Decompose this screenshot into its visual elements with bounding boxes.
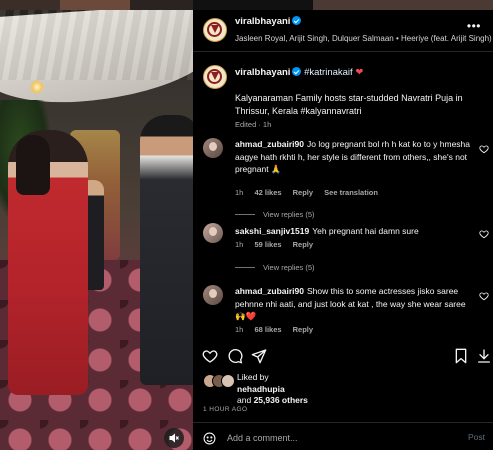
author-avatar[interactable]	[203, 18, 227, 42]
commenter-avatar[interactable]	[203, 138, 223, 158]
caption-author-avatar[interactable]	[203, 65, 227, 89]
more-options-icon[interactable]: •••	[467, 19, 481, 33]
speaker-muted-icon	[169, 433, 179, 443]
commenter-avatar[interactable]	[203, 285, 223, 305]
liker-username[interactable]: nehadhupia	[237, 384, 285, 394]
caption-hashtag-link[interactable]: #katrinakaif	[304, 67, 353, 78]
share-paper-plane-icon[interactable]	[251, 348, 267, 364]
video-scene-stripes	[0, 10, 193, 80]
comment-likes-count[interactable]: 59 likes	[254, 240, 281, 249]
comment-bubble-icon[interactable]	[227, 348, 243, 364]
view-replies-label: View replies (5)	[263, 263, 315, 272]
reply-button[interactable]: Reply	[293, 188, 313, 197]
top-preview-strip	[0, 0, 493, 10]
reply-button[interactable]: Reply	[293, 325, 313, 334]
commenter-username[interactable]: ahmad_zubairi90	[235, 139, 304, 149]
preview-thumbnail	[130, 0, 193, 10]
comment-likes-count[interactable]: 68 likes	[254, 325, 281, 334]
replies-divider	[235, 267, 255, 268]
view-replies-label: View replies (5)	[263, 210, 315, 219]
preview-thumbnail	[193, 0, 313, 10]
comment-likes-count[interactable]: 42 likes	[254, 188, 281, 197]
comment-time: 1h	[235, 240, 244, 249]
view-replies-button[interactable]: View replies (5)	[235, 210, 315, 219]
comment-meta: 1h 68 likes Reply	[235, 325, 322, 334]
video-scene-lamp	[30, 80, 44, 94]
preview-thumbnail	[60, 0, 130, 10]
comment-time: 1h	[235, 188, 244, 197]
red-heart-emoji: ❤	[355, 67, 364, 78]
commenter-username[interactable]: ahmad_zubairi90	[235, 286, 304, 296]
comment-text: ahmad_zubairi90 Jo log pregnant bol rh h …	[235, 138, 475, 176]
see-translation-button[interactable]: See translation	[324, 188, 378, 197]
liker-avatar	[221, 374, 235, 388]
add-comment-input[interactable]	[227, 432, 447, 444]
post-header: viralbhayani Jasleen Royal, Arijit Singh…	[193, 10, 493, 52]
caption-header: viralbhayani #katrinakaif ❤	[235, 67, 363, 78]
comment-meta: 1h 59 likes Reply	[235, 240, 322, 249]
post-timestamp[interactable]: 1 HOUR AGO	[203, 406, 247, 413]
post-details-panel: viralbhayani Jasleen Royal, Arijit Singh…	[193, 10, 493, 450]
comment-text: ahmad_zubairi90 Show this to some actress…	[235, 285, 475, 323]
comment-like-heart-icon[interactable]	[479, 144, 489, 154]
comment-meta: 1h 42 likes Reply See translation	[235, 188, 387, 197]
post-actions-bar	[193, 348, 493, 368]
like-heart-icon[interactable]	[202, 348, 218, 364]
comment-like-heart-icon[interactable]	[479, 291, 489, 301]
video-scene-man-suit	[140, 115, 193, 385]
comment-text: sakshi_sanjiv1519 Yeh pregnant hai damn s…	[235, 225, 475, 238]
caption-text: Kalyanaraman Family hosts star-studded N…	[235, 93, 463, 116]
view-replies-button[interactable]: View replies (5)	[235, 263, 315, 272]
verified-badge-icon	[292, 16, 302, 25]
likes-text: Liked by nehadhupia and 25,936 others	[237, 372, 308, 407]
commenter-username[interactable]: sakshi_sanjiv1519	[235, 226, 309, 236]
audio-track-link[interactable]: Jasleen Royal, Arijit Singh, Dulquer Sal…	[235, 34, 492, 43]
comment-like-heart-icon[interactable]	[479, 229, 489, 239]
likes-others-count[interactable]: 25,936 others	[254, 395, 308, 405]
replies-divider	[235, 214, 255, 215]
likes-and-label: and	[237, 395, 252, 405]
add-comment-bar: Post	[193, 422, 493, 450]
preview-thumbnail	[0, 0, 60, 10]
download-icon[interactable]	[476, 348, 492, 364]
post-video[interactable]	[0, 10, 193, 450]
commenter-avatar[interactable]	[203, 223, 223, 243]
verified-badge-icon	[292, 67, 302, 76]
post-comment-button[interactable]: Post	[468, 432, 485, 442]
caption-author-username[interactable]: viralbhayani	[235, 67, 290, 78]
likers-avatar-stack[interactable]	[203, 374, 237, 388]
video-scene-hair	[16, 135, 50, 195]
liked-by-label: Liked by	[237, 372, 269, 382]
reply-button[interactable]: Reply	[293, 240, 313, 249]
save-bookmark-icon[interactable]	[453, 348, 469, 364]
likes-summary: Liked by nehadhupia and 25,936 others	[193, 372, 493, 407]
caption-edited-time: Edited · 1h	[235, 120, 272, 129]
mute-button[interactable]	[164, 428, 184, 448]
emoji-smiley-icon[interactable]	[203, 432, 216, 445]
preview-thumbnail	[313, 0, 493, 10]
comment-body: Yeh pregnant hai damn sure	[312, 226, 419, 236]
comment-time: 1h	[235, 325, 244, 334]
author-username[interactable]: viralbhayani	[235, 16, 302, 27]
